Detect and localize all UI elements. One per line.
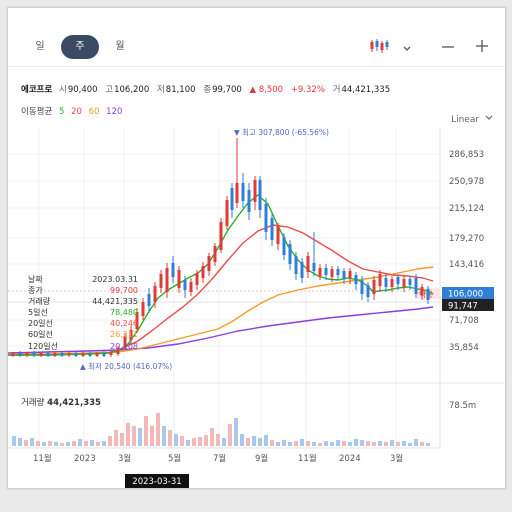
legend-row-close: 종가 99,700 — [28, 285, 138, 296]
price-chart[interactable]: 286,853 250,978 215,124 179,270 143,416 … — [8, 8, 505, 488]
time-tick: 11월 — [33, 453, 52, 464]
volume-title-value: 44,421,335 — [47, 398, 101, 408]
legend-label: 5일선 — [28, 308, 48, 318]
all-time-low-annotation: ▲ 최저 20,540 (416.07%) — [80, 361, 172, 371]
legend-row-volume: 거래량 44,421,335 — [28, 296, 138, 307]
all-time-high-annotation: ▼ 최고 307,800 (-65.56%) — [234, 127, 329, 137]
price-tick: 143,416 — [449, 260, 484, 270]
legend-label: 120일선 — [28, 341, 58, 351]
legend-label: 20일선 — [28, 319, 53, 329]
crosshair-data-legend: 날짜 2023.03.31 종가 99,700 거래량 44,421,335 5일선 7… — [28, 274, 138, 352]
time-tick: 9월 — [255, 453, 268, 464]
stock-chart-widget: 일 주 월 에코프로 시90,400 고106,200 저81,100 종99,… — [7, 7, 506, 489]
time-tick: 2024 — [339, 454, 361, 464]
price-tick: 250,978 — [449, 177, 484, 187]
legend-value: 44,421,335 — [92, 297, 138, 307]
legend-value: 2023.03.31 — [92, 275, 138, 284]
legend-value: 99,700 — [110, 286, 138, 296]
time-tick: 3월 — [118, 453, 131, 464]
time-tick: 2023 — [74, 454, 96, 464]
legend-label: 종가 — [28, 286, 43, 296]
price-tick: 286,853 — [449, 150, 484, 160]
legend-value: 78,480 — [110, 308, 138, 318]
legend-label: 거래량 — [28, 297, 51, 307]
volume-title-label: 거래량 — [21, 398, 45, 408]
price-axis: 286,853 250,978 215,124 179,270 143,416 … — [449, 150, 484, 353]
volume-axis-tick: 78.5m — [449, 401, 476, 411]
time-tick: 11월 — [298, 453, 317, 464]
price-tick: 215,124 — [449, 204, 484, 214]
legend-row-ma120: 120일선 20,108 — [28, 341, 138, 352]
time-tick: 5월 — [168, 453, 181, 464]
legend-label: 날짜 — [28, 275, 43, 284]
legend-value: 26,311 — [110, 330, 138, 340]
price-tick: 179,270 — [449, 234, 484, 244]
time-tick: 7월 — [213, 453, 226, 464]
volume-title: 거래량 44,421,335 — [21, 396, 101, 408]
legend-value: 40,246 — [110, 319, 138, 329]
volume-bars — [12, 413, 430, 446]
price-badge-2-text: 91,747 — [448, 302, 478, 312]
price-tick: 35,854 — [449, 343, 479, 353]
crosshair-date-tooltip: 2023-03-31 — [125, 474, 189, 488]
legend-row-ma60: 60일선 26,311 — [28, 329, 138, 340]
time-axis: 11월 2023 3월 5월 7월 9월 11월 2024 3월 — [33, 453, 403, 464]
price-tick: 71,708 — [449, 316, 479, 326]
legend-row-date: 날짜 2023.03.31 — [28, 274, 138, 285]
time-tick: 3월 — [390, 453, 403, 464]
legend-row-ma5: 5일선 78,480 — [28, 307, 138, 318]
legend-label: 60일선 — [28, 330, 53, 340]
legend-row-ma20: 20일선 40,246 — [28, 318, 138, 329]
legend-value: 20,108 — [110, 341, 138, 351]
current-price-text: 106,000 — [448, 290, 483, 300]
